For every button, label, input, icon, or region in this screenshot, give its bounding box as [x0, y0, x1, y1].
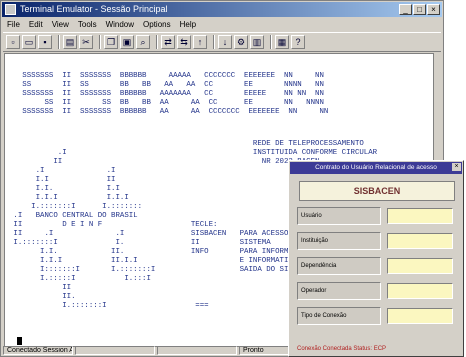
dialog-close-icon[interactable]: × [452, 163, 461, 171]
terminal-line: .I INSTITUIDA CONFORME CIRCULAR [9, 149, 378, 157]
terminal-line: SSSSSSS II SSSSSSS BBBBBB AAAAAAA CC EEE… [9, 90, 324, 98]
terminal-line: I.I.I I.I.I [9, 194, 129, 202]
field-label: Dependência [297, 257, 381, 275]
terminal-line: I.I. I.I [9, 185, 120, 193]
text-cursor [17, 337, 22, 345]
chart-icon[interactable]: ▥ [250, 35, 264, 49]
field-label: Instituição [297, 232, 381, 250]
open-icon[interactable]: ▭ [22, 35, 36, 49]
disconnect-icon[interactable]: ⇆ [177, 35, 191, 49]
help-icon[interactable]: ? [291, 35, 305, 49]
terminal-line: II [9, 284, 72, 292]
status-cell [75, 346, 155, 355]
dialog-title: Contrato do Usuário Relacional de acesso [290, 162, 462, 174]
toolbar-separator [99, 35, 100, 49]
status-connection: Conectado Session A [3, 346, 73, 355]
terminal-line: SS II SS BB BB AA AA CC EE NN NNNN [9, 99, 324, 107]
user-field[interactable] [387, 208, 453, 224]
terminal-line: SSSSSSS II SSSSSSS BBBBBB AA AA CCCCCCC … [9, 108, 329, 116]
institution-field[interactable] [387, 233, 453, 249]
menu-bar: File Edit View Tools Window Options Help [3, 18, 441, 31]
terminal-line: SSSSSSS II SSSSSSS BBBBBB AAAAA CCCCCCC … [9, 72, 324, 80]
new-icon[interactable]: ▫ [6, 35, 20, 49]
terminal-line: I.:::::::I === [9, 302, 209, 310]
menu-view[interactable]: View [52, 18, 69, 31]
toolbar: ▫ ▭ ▪ ▤ ✂ ❐ ▣ ⌕ ⇄ ⇆ ↑ ↓ ⚙ ▥ ▦ ? [3, 32, 441, 52]
terminal-line: I.I II [9, 176, 116, 184]
terminal-line: REDE DE TELEPROCESSAMENTO [9, 140, 364, 148]
minimize-button[interactable]: _ [399, 4, 412, 15]
field-label: Usuário [297, 207, 381, 225]
field-row-operator: Operador [297, 282, 457, 300]
field-label: Operador [297, 282, 381, 300]
paste-icon[interactable]: ▣ [120, 35, 134, 49]
cut-icon[interactable]: ✂ [79, 35, 93, 49]
connect-icon[interactable]: ⇄ [161, 35, 175, 49]
dependency-field[interactable] [387, 258, 453, 274]
send-icon[interactable]: ↑ [193, 35, 207, 49]
terminal-line: .I .I [9, 167, 116, 175]
app-icon [5, 4, 16, 15]
toolbar-separator [270, 35, 271, 49]
copy-icon[interactable]: ❐ [104, 35, 118, 49]
terminal-line: I:::::::I I.:::::::I SAIDA DO SISTEMA [9, 266, 311, 274]
close-button[interactable]: × [427, 4, 440, 15]
maximize-button[interactable]: □ [413, 4, 426, 15]
field-row-connection-type: Tipo de Conexão [297, 307, 457, 325]
field-label: Tipo de Conexão [297, 307, 381, 325]
menu-window[interactable]: Window [106, 18, 134, 31]
menu-options[interactable]: Options [143, 18, 171, 31]
toolbar-separator [156, 35, 157, 49]
field-row-institution: Instituição [297, 232, 457, 250]
dialog-heading: SISBACEN [299, 181, 455, 201]
terminal-line: I.I.I II.I.I E INFORMATIVOS [9, 257, 302, 265]
print-icon[interactable]: ▤ [63, 35, 77, 49]
terminal-line: .I BANCO CENTRAL DO BRASIL [9, 212, 138, 220]
terminal-line: I.:::::::I I. II SISTEMA [9, 239, 271, 247]
menu-help[interactable]: Help [180, 18, 196, 31]
login-dialog: Contrato do Usuário Relacional de acesso… [288, 160, 464, 357]
field-row-dependency: Dependência [297, 257, 457, 275]
field-row-user: Usuário [297, 207, 457, 225]
find-icon[interactable]: ⌕ [136, 35, 150, 49]
terminal-line: I.:::::I I.:::I [9, 275, 151, 283]
connection-type-field[interactable] [387, 308, 453, 324]
menu-edit[interactable]: Edit [29, 18, 43, 31]
status-cell [157, 346, 237, 355]
menu-file[interactable]: File [7, 18, 20, 31]
operator-field[interactable] [387, 283, 453, 299]
terminal-line: I.:::::::I I.::::::: [9, 203, 143, 211]
config-icon[interactable]: ⚙ [234, 35, 248, 49]
table-icon[interactable]: ▦ [275, 35, 289, 49]
dialog-status-text: Conexão Conectada Status: ECP [297, 346, 387, 352]
terminal-line: II D E I N F TECLE: [9, 221, 218, 229]
toolbar-separator [58, 35, 59, 49]
title-bar: Terminal Emulator - Sessão Principal _ □… [2, 2, 442, 17]
receive-icon[interactable]: ↓ [218, 35, 232, 49]
menu-tools[interactable]: Tools [78, 18, 97, 31]
terminal-line: II NR 2022 BACEN [9, 158, 320, 166]
terminal-line: SS II SS BB BB AA AA CC EE NNNN NN [9, 81, 324, 89]
window-title: Terminal Emulator - Sessão Principal [20, 4, 168, 14]
toolbar-separator [213, 35, 214, 49]
terminal-line: II .I .I SISBACEN PARA ACESSO AO [9, 230, 302, 238]
terminal-line: I.I. II. INFO PARA INFORMACOES [9, 248, 311, 256]
terminal-line: II. [9, 293, 76, 301]
save-icon[interactable]: ▪ [38, 35, 52, 49]
